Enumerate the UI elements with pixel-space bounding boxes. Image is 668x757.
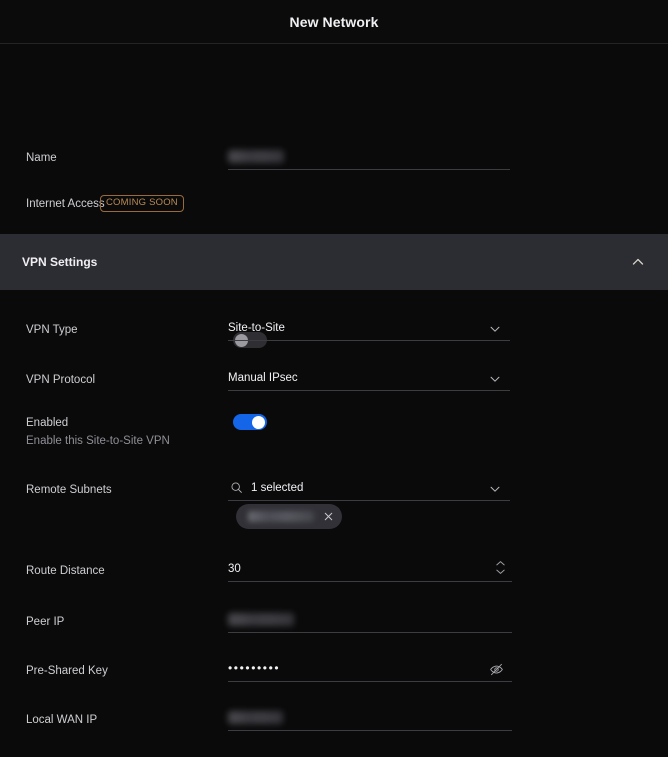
eye-off-icon[interactable] (489, 662, 504, 677)
local-wan-ip-input[interactable] (228, 708, 512, 731)
window-titlebar: New Network (0, 0, 668, 44)
chevron-down-icon[interactable] (488, 372, 502, 386)
field-row-vpn-type: VPN Type Site-to-Site (0, 316, 668, 366)
field-row-internet-access: Internet Access COMING SOON (0, 184, 668, 234)
internet-access-label: Internet Access (26, 197, 105, 211)
vpn-type-select[interactable]: Site-to-Site (228, 318, 510, 341)
name-input-wrap[interactable] (228, 147, 510, 170)
vpn-settings-section-header[interactable]: VPN Settings (0, 234, 668, 290)
field-row-remote-subnets: Remote Subnets 1 selected (0, 480, 668, 550)
chip-redacted-label (248, 511, 314, 522)
vpn-type-value: Site-to-Site (228, 322, 285, 334)
vpn-settings-title: VPN Settings (22, 255, 630, 269)
pre-shared-key-value: ••••••••• (228, 661, 280, 675)
vpn-protocol-select[interactable]: Manual IPsec (228, 368, 510, 391)
coming-soon-badge: COMING SOON (100, 195, 184, 212)
remote-subnets-value: 1 selected (251, 479, 303, 498)
field-row-route-distance: Route Distance 30 (0, 558, 668, 608)
field-row-local-wan-ip: Local WAN IP (0, 707, 668, 757)
vpn-protocol-label: VPN Protocol (26, 373, 95, 387)
field-row-vpn-protocol: VPN Protocol Manual IPsec (0, 366, 668, 416)
chevron-down-icon[interactable] (488, 482, 502, 496)
local-wan-ip-redacted-value (228, 711, 283, 724)
route-distance-input[interactable]: 30 (228, 559, 512, 582)
route-distance-label: Route Distance (26, 564, 105, 578)
field-row-enabled: Enabled Enable this Site-to-Site VPN (0, 414, 668, 464)
field-row-name: Name (0, 104, 668, 154)
peer-ip-input[interactable] (228, 610, 512, 633)
remote-subnet-chip[interactable] (236, 504, 342, 529)
peer-ip-label: Peer IP (26, 615, 64, 629)
field-row-pre-shared-key: Pre-Shared Key ••••••••• (0, 658, 668, 708)
remote-subnets-select[interactable]: 1 selected (228, 478, 510, 501)
vpn-protocol-value: Manual IPsec (228, 372, 298, 384)
name-label: Name (26, 151, 57, 165)
route-distance-value: 30 (228, 563, 241, 575)
close-icon[interactable] (322, 510, 335, 523)
pre-shared-key-label: Pre-Shared Key (26, 664, 108, 678)
search-icon (230, 481, 243, 494)
local-wan-ip-label: Local WAN IP (26, 713, 97, 727)
remote-subnets-label: Remote Subnets (26, 483, 112, 497)
name-input-redacted-value (228, 150, 284, 163)
peer-ip-redacted-value (228, 613, 294, 626)
page-title: New Network (289, 14, 378, 30)
field-row-peer-ip: Peer IP (0, 609, 668, 659)
vpn-type-label: VPN Type (26, 323, 78, 337)
enabled-label: Enabled (26, 416, 68, 430)
chevron-up-icon[interactable] (630, 254, 646, 270)
enabled-description: Enable this Site-to-Site VPN (26, 434, 170, 448)
pre-shared-key-input[interactable]: ••••••••• (228, 659, 512, 682)
chevron-down-icon[interactable] (488, 322, 502, 336)
vpn-enabled-toggle[interactable] (233, 414, 267, 430)
stepper-arrows-icon[interactable] (495, 560, 506, 575)
toggle-knob (252, 416, 265, 429)
